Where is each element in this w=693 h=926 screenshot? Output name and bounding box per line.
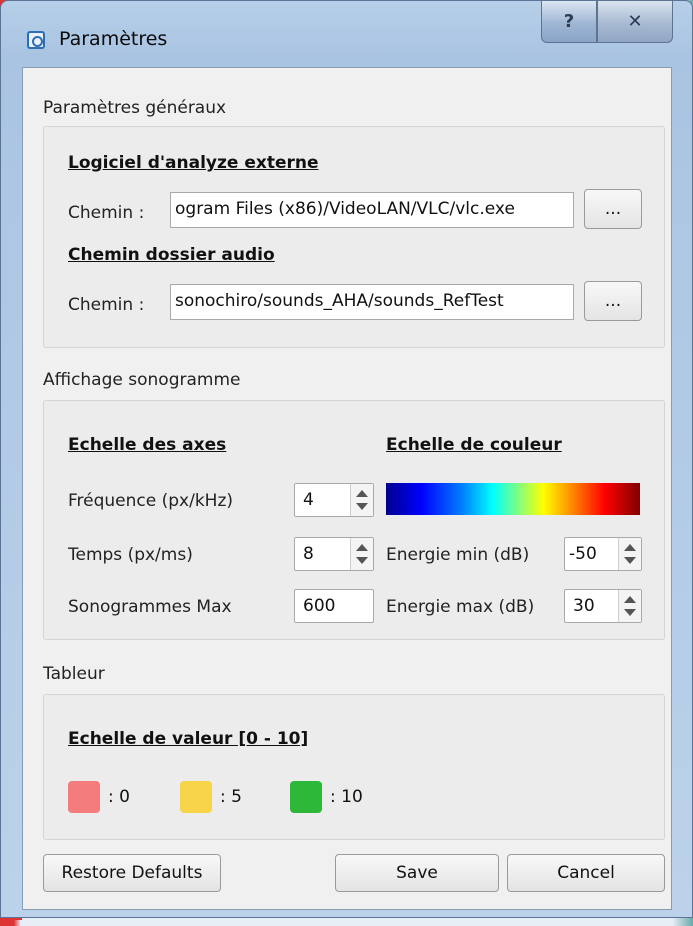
audio-browse-button[interactable]: ...: [584, 281, 642, 321]
frequency-spinbox[interactable]: 4: [294, 483, 374, 517]
general-group: Logiciel d'analyze externe Chemin : ogra…: [43, 126, 665, 348]
swatch-mid-label: : 5: [220, 787, 242, 807]
swatch-high-label: : 10: [330, 787, 363, 807]
sonogram-group: Echelle des axes Echelle de couleur Fréq…: [43, 400, 665, 640]
frequency-value: 4: [303, 490, 314, 510]
max-sonograms-label: Sonogrammes Max: [68, 597, 232, 617]
title-bar: Paramètres ? ✕: [1, 1, 693, 67]
spin-up-icon[interactable]: [624, 596, 636, 603]
external-path-input[interactable]: ogram Files (x86)/VideoLAN/VLC/vlc.exe: [170, 192, 574, 228]
energy-max-spin-arrows[interactable]: [618, 590, 641, 622]
spin-up-icon[interactable]: [356, 544, 368, 551]
swatch-low-label: : 0: [108, 787, 130, 807]
value-scale-heading: Echelle de valeur [0 - 10]: [68, 729, 309, 749]
spin-up-icon[interactable]: [356, 490, 368, 497]
spin-down-icon[interactable]: [624, 557, 636, 564]
spin-down-icon[interactable]: [624, 609, 636, 616]
section-table-label: Tableur: [43, 664, 105, 684]
spin-up-icon[interactable]: [624, 544, 636, 551]
audio-path-input[interactable]: sonochiro/sounds_AHA/sounds_RefTest: [170, 284, 574, 320]
audio-path-label: Chemin :: [68, 295, 145, 315]
energy-min-spinbox[interactable]: -50: [564, 537, 642, 571]
energy-min-spin-arrows[interactable]: [618, 538, 641, 570]
energy-min-label: Energie min (dB): [386, 545, 530, 565]
audio-folder-heading: Chemin dossier audio: [68, 245, 275, 265]
swatch-high: [290, 781, 322, 813]
energy-max-label: Energie max (dB): [386, 597, 535, 617]
spin-down-icon[interactable]: [356, 503, 368, 510]
spin-down-icon[interactable]: [356, 557, 368, 564]
frequency-spin-arrows[interactable]: [350, 484, 373, 516]
cancel-button[interactable]: Cancel: [507, 854, 665, 892]
time-value: 8: [303, 544, 314, 564]
swatch-low: [68, 781, 100, 813]
energy-max-spinbox[interactable]: 30: [564, 589, 642, 623]
help-button[interactable]: ?: [541, 1, 597, 43]
max-sonograms-input[interactable]: 600: [294, 589, 374, 623]
restore-defaults-button[interactable]: Restore Defaults: [43, 854, 221, 892]
close-button[interactable]: ✕: [597, 1, 673, 43]
app-icon: [27, 31, 45, 49]
section-general-label: Paramètres généraux: [43, 98, 227, 118]
section-sonogram-label: Affichage sonogramme: [43, 370, 241, 390]
frequency-label: Fréquence (px/kHz): [68, 491, 234, 511]
window-title: Paramètres: [59, 28, 168, 50]
table-group: Echelle de valeur [0 - 10] : 0 : 5 : 10: [43, 694, 665, 840]
external-software-heading: Logiciel d'analyze externe: [68, 153, 319, 173]
time-spin-arrows[interactable]: [350, 538, 373, 570]
external-browse-button[interactable]: ...: [584, 189, 642, 229]
external-path-label: Chemin :: [68, 203, 145, 223]
save-button[interactable]: Save: [335, 854, 499, 892]
swatch-mid: [180, 781, 212, 813]
max-sonograms-value: 600: [303, 596, 336, 616]
energy-max-value: 30: [573, 596, 595, 616]
time-label: Temps (px/ms): [68, 545, 193, 565]
energy-min-value: -50: [569, 544, 597, 564]
time-spinbox[interactable]: 8: [294, 537, 374, 571]
color-scale-bar: [386, 483, 640, 515]
dialog-client-area: Paramètres généraux Logiciel d'analyze e…: [22, 67, 672, 910]
color-scale-heading: Echelle de couleur: [386, 435, 562, 455]
axes-scale-heading: Echelle des axes: [68, 435, 227, 455]
